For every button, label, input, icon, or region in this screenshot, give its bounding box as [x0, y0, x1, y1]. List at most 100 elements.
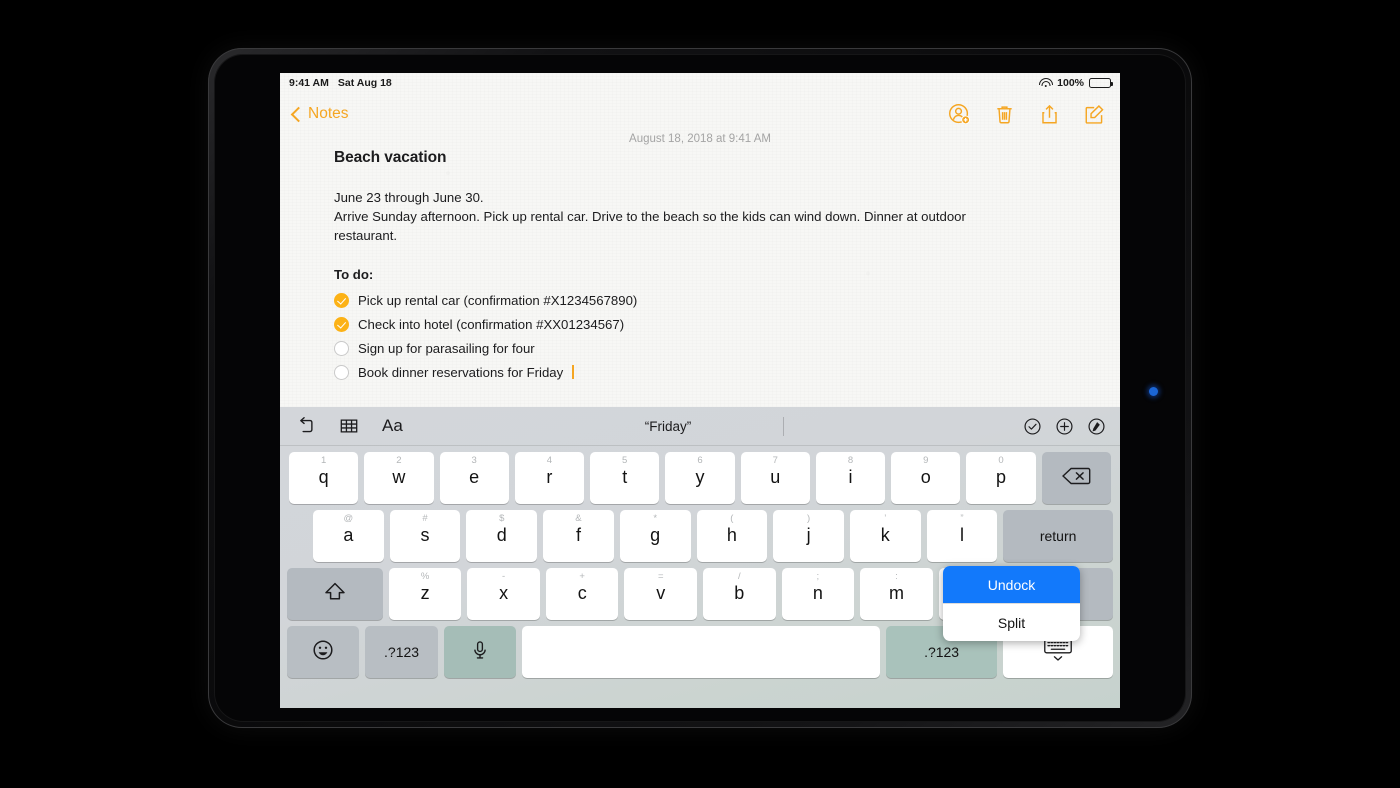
back-button[interactable]: Notes [290, 105, 349, 123]
table-icon[interactable] [338, 415, 360, 437]
compose-icon[interactable] [1083, 103, 1106, 126]
note-timestamp: August 18, 2018 at 9:41 AM [629, 133, 771, 145]
key-n[interactable]: ; n [781, 568, 855, 620]
status-bar-right: 100% [1038, 77, 1113, 89]
note-paragraph-line-2: Arrive Sunday afternoon. Pick up rental … [334, 208, 966, 243]
key-sub-label: 9 [923, 455, 929, 466]
numbers-key-label: .?123 [384, 644, 420, 660]
key-r[interactable]: 4r [514, 452, 585, 504]
key-b[interactable]: / b [703, 568, 776, 620]
keyboard-toolbar: Aa “Friday” [280, 407, 1120, 446]
checklist-circle-icon[interactable] [1023, 417, 1042, 436]
return-key[interactable]: return [1003, 510, 1113, 562]
popup-menu-item-undock[interactable]: Undock [943, 566, 1080, 603]
todo-item[interactable]: Pick up rental car (confirmation #X12345… [334, 288, 1034, 312]
key-h[interactable]: (h [696, 510, 768, 562]
key-main-label: y [695, 467, 705, 487]
emoji-key[interactable] [287, 626, 360, 678]
emoji-icon [311, 638, 335, 667]
plus-circle-icon[interactable] [1055, 417, 1074, 436]
key-sub-label: ; [816, 571, 820, 582]
keyboard-popup-menu: Undock Split [943, 566, 1080, 641]
prediction-word[interactable]: “Friday” [645, 419, 692, 434]
key-sub-label: 8 [847, 455, 854, 466]
space-key[interactable] [522, 626, 881, 678]
key-x[interactable]: -x [467, 568, 540, 620]
key-sub-label: # [422, 513, 428, 524]
key-w[interactable]: 2w [364, 452, 434, 504]
key-main-label: x [499, 583, 509, 603]
key-sub-label: ’ [884, 513, 887, 524]
key-main-label: g [650, 525, 661, 545]
key-sub-label: 6 [697, 455, 703, 466]
key-sub-label: 2 [396, 455, 402, 466]
key-main-label: c [577, 583, 587, 603]
key-sub-label: 1 [320, 455, 327, 466]
checkbox-checked-icon[interactable] [334, 316, 349, 332]
key-j[interactable]: ) j [773, 510, 844, 562]
key-e[interactable]: 3e [439, 452, 509, 504]
keyboard-toolbar-right [1023, 417, 1106, 436]
key-g[interactable]: * g [619, 510, 691, 562]
key-sub-label: = [657, 571, 664, 582]
todo-item-label: Sign up for parasailing for four [358, 340, 535, 356]
status-bar-left: 9:41 AM Sat Aug 18 [289, 77, 392, 89]
undo-icon[interactable] [294, 415, 316, 437]
key-u[interactable]: 7u [740, 452, 810, 504]
key-sub-label: ” [960, 513, 964, 524]
status-bar: 9:41 AM Sat Aug 18 100% [280, 73, 1120, 93]
key-d[interactable]: $ d [466, 510, 538, 562]
key-sub-label: % [420, 571, 430, 582]
checkbox-checked-icon[interactable] [334, 292, 349, 308]
key-m[interactable]: :m [860, 568, 933, 620]
backspace-icon [1061, 465, 1091, 492]
key-f[interactable]: & f [543, 510, 614, 562]
key-i[interactable]: 8i [815, 452, 886, 504]
status-date: Sat Aug 18 [337, 77, 392, 89]
key-main-label: f [575, 525, 581, 545]
key-z[interactable]: % z [388, 568, 462, 620]
text-format-button[interactable]: Aa [382, 416, 403, 436]
key-main-label: b [734, 583, 745, 603]
numbers-key-left[interactable]: .?123 [365, 626, 438, 678]
backspace-key[interactable] [1041, 452, 1111, 504]
nav-actions [948, 103, 1110, 126]
key-sub-label: ) [806, 513, 811, 524]
key-sub-label: 5 [622, 455, 628, 466]
toolbar-divider [783, 417, 784, 436]
key-sub-label: ( [730, 513, 734, 524]
share-icon[interactable] [1038, 103, 1061, 126]
trash-icon[interactable] [993, 103, 1016, 126]
checkbox-unchecked-icon[interactable] [334, 340, 349, 356]
predictive-text-bar: “Friday” [280, 407, 1120, 445]
key-main-label: p [996, 467, 1007, 487]
markup-pen-circle-icon[interactable] [1087, 417, 1106, 436]
microphone-key[interactable] [443, 626, 517, 678]
key-main-label: z [420, 583, 430, 603]
todo-item[interactable]: Sign up for parasailing for four [334, 336, 1034, 360]
popup-menu-item-split[interactable]: Split [943, 603, 1080, 641]
add-person-icon[interactable] [948, 103, 971, 126]
keyboard-row-2: @ a # s $ d & f * g (h ) j ’ k ” l return [284, 510, 1116, 562]
todo-item-label: Check into hotel (confirmation #XX012345… [358, 316, 625, 332]
todo-item[interactable]: Book dinner reservations for Friday [334, 360, 1034, 384]
key-main-label: v [656, 583, 666, 603]
key-s[interactable]: # s [389, 510, 461, 562]
shift-icon [323, 580, 347, 609]
todo-item[interactable]: Check into hotel (confirmation #XX012345… [334, 312, 1034, 336]
shift-key-left[interactable] [287, 568, 383, 620]
numbers-key-label: .?123 [924, 644, 960, 660]
key-t[interactable]: 5t [590, 452, 660, 504]
key-v[interactable]: = v [624, 568, 698, 620]
key-l[interactable]: ” l [926, 510, 998, 562]
key-a[interactable]: @ a [313, 510, 384, 562]
key-o[interactable]: 9o [891, 452, 961, 504]
keyboard-row-1: 1q 2w 3e 4r 5t 6y 7u 8i 9o 0p [284, 452, 1116, 504]
checkbox-unchecked-icon[interactable] [334, 364, 349, 380]
key-y[interactable]: 6y [665, 452, 735, 504]
key-p[interactable]: 0p [966, 452, 1036, 504]
key-q[interactable]: 1q [289, 452, 359, 504]
note-body[interactable]: Beach vacation June 23 through June 30. … [334, 149, 1034, 384]
key-c[interactable]: + c [545, 568, 619, 620]
key-k[interactable]: ’ k [849, 510, 921, 562]
